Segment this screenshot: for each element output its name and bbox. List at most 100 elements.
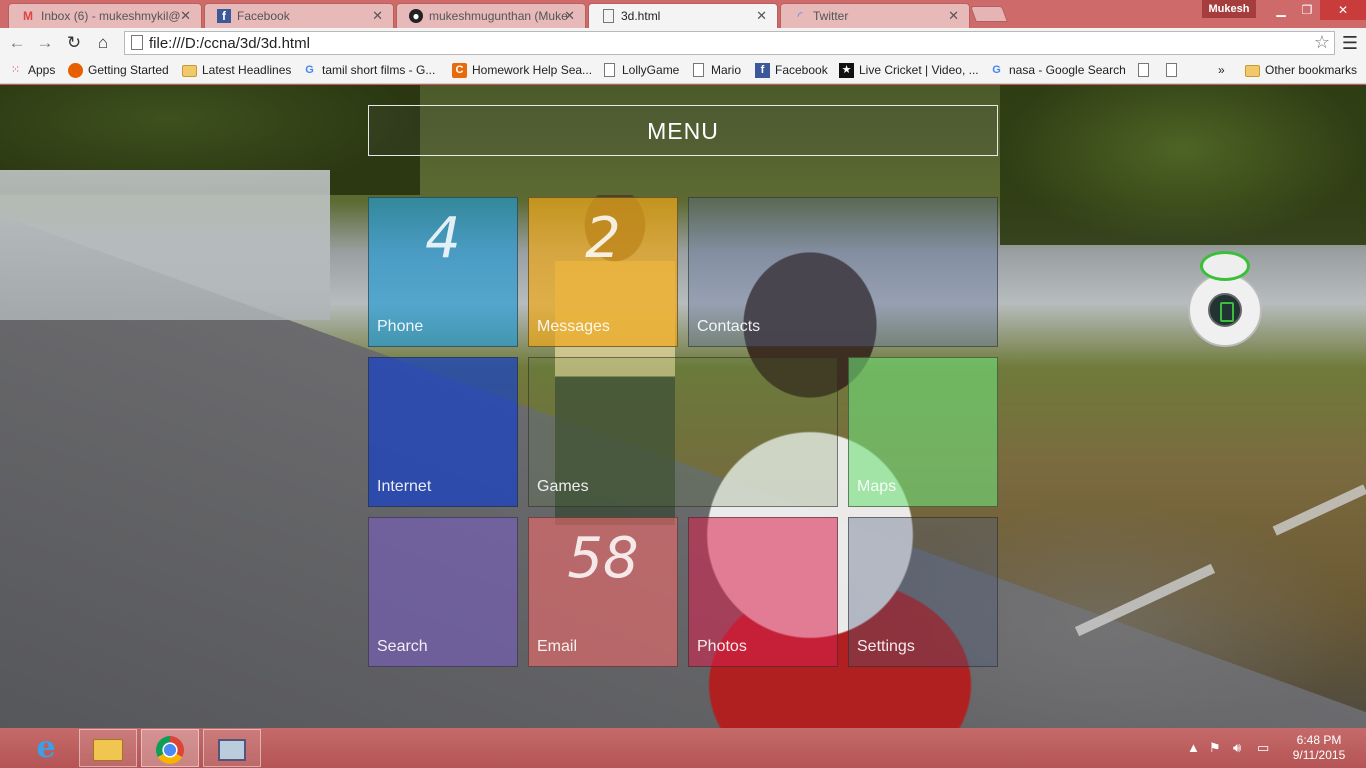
tile-label: Photos [697,638,747,655]
page-icon [604,63,615,77]
back-icon[interactable]: ← [6,32,28,54]
road-marking [1074,563,1216,637]
chrome-icon[interactable] [141,729,199,767]
tile-count: 2 [585,206,621,271]
background-trees [1000,85,1366,245]
bookmark-latest-headlines[interactable]: Latest Headlines [182,63,291,77]
tile-label: Search [377,638,428,655]
tile-contacts[interactable]: Contacts [688,197,998,347]
tile-settings[interactable]: Settings [848,517,998,667]
minimize-icon[interactable]: ▁ [1268,0,1294,20]
loading-icon: ◜ [797,9,803,23]
internet-explorer-icon[interactable]: e [17,729,75,767]
close-window-icon[interactable]: ✕ [1320,0,1366,20]
url-text: file:///D:/ccna/3d/3d.html [149,35,310,52]
bookmark-label: Mario [711,63,742,77]
remote-desktop-icon[interactable] [203,729,261,767]
bookmark-live-cricket[interactable]: ★ Live Cricket | Video, ... [839,63,979,78]
page-icon [131,35,143,50]
clock-date: 9/11/2015 [1292,748,1346,762]
tab-facebook[interactable]: f Facebook ✕ [204,3,394,28]
google-icon: G [992,64,1001,76]
tile-count: 58 [567,526,639,591]
star-icon: ★ [839,63,854,78]
browser-toolbar: ← → ↻ ⌂ file:///D:/ccna/3d/3d.html ☆ ☰ [0,28,1366,58]
new-tab-button[interactable] [970,6,1008,22]
bookmark-apps[interactable]: ⁙ Apps [8,63,55,77]
network-icon[interactable]: ▭ [1257,740,1269,756]
tile-search[interactable]: Search [368,517,518,667]
bookmark-getting-started[interactable]: Getting Started [68,63,169,78]
action-center-flag-icon[interactable]: ⚑ [1209,740,1221,756]
bookmark-label: Live Cricket | Video, ... [859,63,979,77]
bookmark-label: Other bookmarks [1265,63,1358,77]
bookmark-label: LollyGame [622,63,680,77]
tile-label: Settings [857,638,915,655]
tab-title: Inbox (6) - mukeshmykil@ [41,9,181,23]
hamburger-menu-icon[interactable]: ☰ [1340,32,1360,54]
close-tab-icon[interactable]: ✕ [756,8,767,24]
tile-label: Internet [377,478,432,495]
tile-maps[interactable]: Maps [848,357,998,507]
volume-icon[interactable]: 🔊︎ [1233,740,1241,756]
file-explorer-icon[interactable] [79,729,137,767]
close-tab-icon[interactable]: ✕ [180,8,191,24]
bookmark-nasa[interactable]: Gnasa - Google Search [989,63,1126,77]
tab-github[interactable]: ● mukeshmugunthan (Muke ✕ [396,3,586,28]
bookmark-homework-help[interactable]: C Homework Help Sea... [452,63,593,78]
github-icon: ● [409,9,423,23]
tab-3d-html[interactable]: 3d.html ✕ [588,3,778,28]
close-tab-icon[interactable]: ✕ [948,8,959,24]
tile-label: Games [537,478,589,495]
tab-gmail[interactable]: M Inbox (6) - mukeshmykil@ ✕ [8,3,202,28]
bookmark-mario[interactable]: Mario [691,63,741,77]
robot-mascot-icon[interactable] [1182,247,1268,351]
facebook-icon: f [755,63,770,78]
folder-icon [182,65,197,77]
windows-taskbar: e ▲ ⚑ 🔊︎ ▭ 6:48 PM 9/11/2015 [0,728,1366,768]
page-viewport: MENU 4 Phone 2 Messages Contacts Internet Game… [0,85,1366,728]
forward-icon[interactable]: → [34,32,56,54]
close-tab-icon[interactable]: ✕ [564,8,575,24]
other-bookmarks[interactable]: Other bookmarks [1245,63,1357,77]
tab-title: mukeshmugunthan (Muke [429,9,568,23]
tab-twitter[interactable]: ◜ Twitter ✕ [780,3,970,28]
tile-internet[interactable]: Internet [368,357,518,507]
bookmark-star-icon[interactable]: ☆ [1314,32,1330,53]
folder-icon [1245,65,1260,77]
bookmark-label: tamil short films - G... [322,63,436,77]
bookmark-lollygame[interactable]: LollyGame [602,63,679,77]
address-bar[interactable]: file:///D:/ccna/3d/3d.html ☆ [124,31,1335,55]
google-icon: G [305,64,314,76]
tab-title: Facebook [237,9,290,23]
tile-label: Maps [857,478,897,495]
restore-icon[interactable]: ❐ [1294,0,1320,20]
close-tab-icon[interactable]: ✕ [372,8,383,24]
firefox-icon [68,63,83,78]
bookmark-label: Latest Headlines [202,63,292,77]
bookmark-tamil-short-films[interactable]: Gtamil short films - G... [302,63,435,77]
profile-button[interactable]: Mukesh [1202,0,1256,18]
background-wall [0,170,330,320]
road-marking [1272,484,1366,536]
tile-phone[interactable]: 4 Phone [368,197,518,347]
facebook-icon: f [217,9,231,23]
tile-label: Phone [377,318,424,335]
tab-title: Twitter [813,9,849,23]
tile-messages[interactable]: 2 Messages [528,197,678,347]
bookmarks-overflow-button[interactable]: » [1200,63,1225,77]
bookmark-facebook[interactable]: f Facebook [755,63,828,78]
chegg-icon: C [452,63,467,78]
reload-icon[interactable]: ↻ [63,32,85,54]
clock-time: 6:48 PM [1296,733,1342,747]
menu-title: MENU [368,105,998,156]
tile-photos[interactable]: Photos [688,517,838,667]
bookmark-label: Homework Help Sea... [472,63,593,77]
system-clock[interactable]: 6:48 PM 9/11/2015 [1284,733,1354,763]
home-icon[interactable]: ⌂ [92,32,114,54]
tile-games[interactable]: Games [528,357,838,507]
tile-email[interactable]: 58 Email [528,517,678,667]
apps-icon: ⁙ [10,64,21,76]
page-icon [693,63,704,77]
show-hidden-icons-icon[interactable]: ▲ [1187,740,1200,755]
